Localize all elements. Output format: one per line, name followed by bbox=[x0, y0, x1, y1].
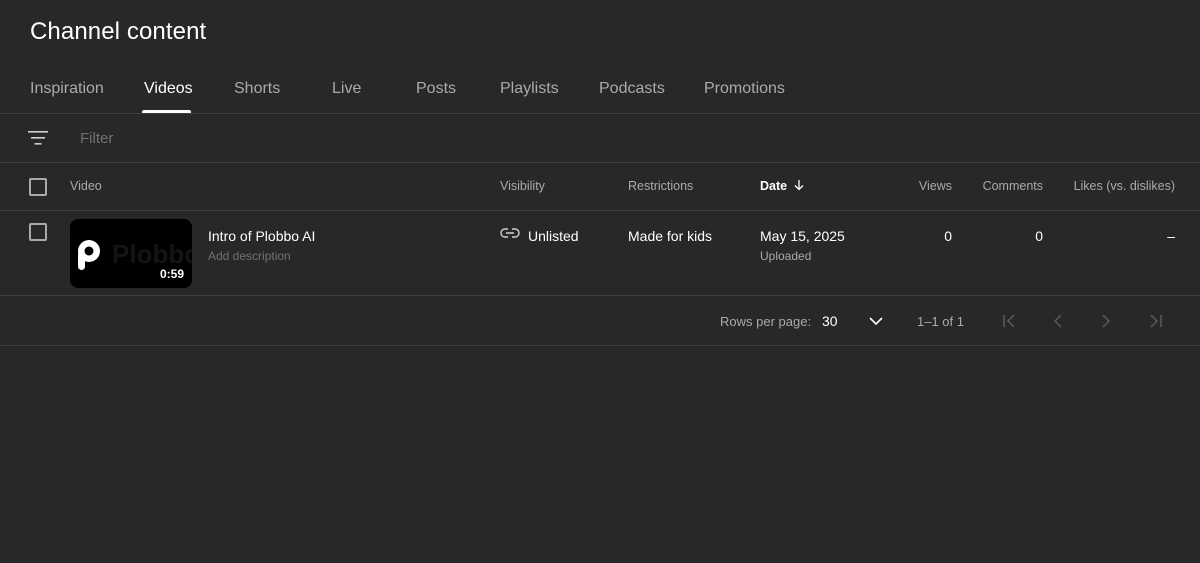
video-description[interactable]: Add description bbox=[208, 249, 291, 263]
column-comments[interactable]: Comments bbox=[983, 179, 1043, 193]
plobbo-logo-icon bbox=[78, 240, 100, 270]
rows-per-page-select[interactable]: 30 bbox=[810, 306, 890, 336]
column-restrictions[interactable]: Restrictions bbox=[628, 179, 693, 193]
rows-per-page-value: 30 bbox=[822, 313, 838, 329]
last-page-icon bbox=[1150, 314, 1162, 328]
filter-input[interactable] bbox=[80, 126, 480, 150]
link-icon bbox=[500, 228, 520, 238]
active-tab-indicator bbox=[142, 110, 191, 113]
video-duration: 0:59 bbox=[159, 267, 184, 281]
column-video: Video bbox=[70, 179, 102, 193]
content-tabs: Inspiration Videos Shorts Live Posts Pla… bbox=[0, 64, 1200, 114]
tab-live[interactable]: Live bbox=[332, 80, 361, 98]
views-value[interactable]: 0 bbox=[944, 228, 952, 244]
chevron-down-icon bbox=[869, 317, 883, 326]
page-title: Channel content bbox=[30, 18, 207, 45]
arrow-down-icon bbox=[794, 180, 804, 191]
filter-bar bbox=[0, 114, 1200, 163]
comments-value[interactable]: 0 bbox=[1035, 228, 1043, 244]
tab-shorts[interactable]: Shorts bbox=[234, 80, 280, 98]
first-page-icon bbox=[1003, 314, 1015, 328]
column-likes[interactable]: Likes (vs. dislikes) bbox=[1074, 179, 1175, 193]
date-status: Uploaded bbox=[760, 249, 812, 263]
tab-posts[interactable]: Posts bbox=[416, 80, 456, 98]
thumbnail-wordmark: Plobbo bbox=[112, 239, 192, 269]
chevron-left-icon bbox=[1053, 314, 1062, 328]
tab-playlists[interactable]: Playlists bbox=[500, 80, 559, 98]
last-page-button[interactable] bbox=[1143, 309, 1167, 333]
table-header: Video Visibility Restrictions Date Views… bbox=[0, 163, 1200, 211]
likes-value: – bbox=[1167, 228, 1175, 244]
date-value: May 15, 2025 bbox=[760, 228, 845, 244]
previous-page-button[interactable] bbox=[1046, 309, 1070, 333]
channel-content-page: Channel content Inspiration Videos Short… bbox=[0, 0, 1200, 563]
column-date-label: Date bbox=[760, 179, 788, 193]
restrictions-value[interactable]: Made for kids bbox=[628, 228, 712, 244]
page-range: 1–1 of 1 bbox=[917, 314, 964, 329]
first-page-button[interactable] bbox=[998, 309, 1022, 333]
column-visibility[interactable]: Visibility bbox=[500, 179, 545, 193]
table-row[interactable]: Plobbo 0:59 Intro of Plobbo AI Add descr… bbox=[0, 211, 1200, 296]
row-checkbox[interactable] bbox=[29, 223, 47, 241]
column-views[interactable]: Views bbox=[919, 179, 952, 193]
tab-inspiration[interactable]: Inspiration bbox=[30, 80, 104, 98]
select-all-checkbox[interactable] bbox=[29, 178, 47, 196]
next-page-button[interactable] bbox=[1094, 309, 1118, 333]
column-date[interactable]: Date bbox=[760, 179, 805, 193]
filter-icon[interactable] bbox=[27, 128, 49, 148]
rows-per-page-label: Rows per page: bbox=[720, 314, 812, 329]
tab-promotions[interactable]: Promotions bbox=[704, 80, 785, 98]
pagination-bar: Rows per page: 30 1–1 of 1 bbox=[0, 296, 1200, 346]
tab-podcasts[interactable]: Podcasts bbox=[599, 80, 665, 98]
video-thumbnail[interactable]: Plobbo 0:59 bbox=[70, 219, 192, 288]
tab-videos[interactable]: Videos bbox=[144, 80, 193, 98]
visibility-value[interactable]: Unlisted bbox=[528, 228, 579, 244]
chevron-right-icon bbox=[1102, 314, 1111, 328]
video-title[interactable]: Intro of Plobbo AI bbox=[208, 228, 315, 244]
